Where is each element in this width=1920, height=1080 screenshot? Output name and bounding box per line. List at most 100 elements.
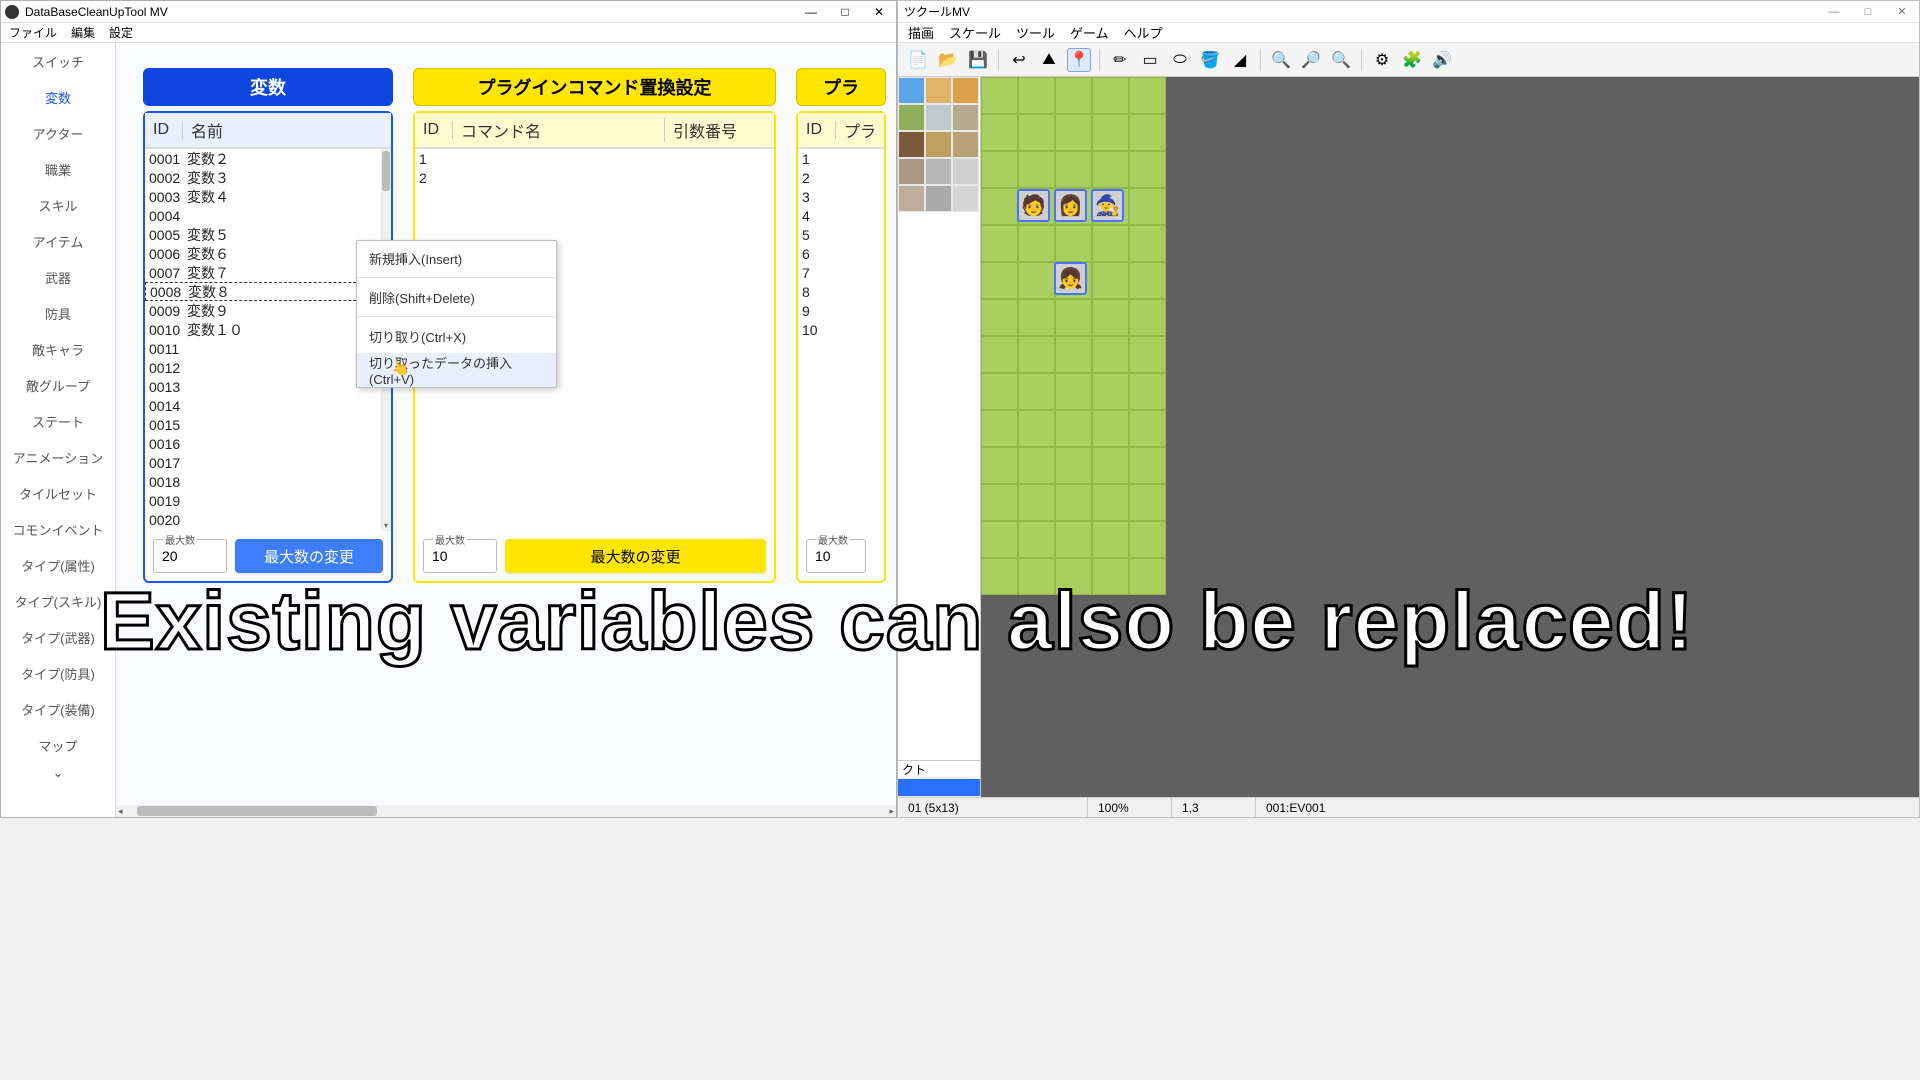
map-cell[interactable] — [1018, 225, 1055, 262]
pencil-icon[interactable]: ✏ — [1108, 48, 1132, 72]
col-name[interactable]: 名前 — [183, 118, 391, 142]
map-cell[interactable] — [981, 225, 1018, 262]
map-cell[interactable] — [981, 521, 1018, 558]
map-cell[interactable] — [1129, 262, 1166, 299]
mv-minimize-button[interactable]: — — [1817, 1, 1851, 23]
col-id[interactable]: ID — [415, 121, 453, 139]
map-cell[interactable] — [981, 484, 1018, 521]
table-row[interactable]: 2 — [415, 168, 774, 187]
map-cell[interactable] — [981, 447, 1018, 484]
map-cell[interactable] — [1018, 151, 1055, 188]
mv-menu-item[interactable]: スケール — [949, 23, 1001, 42]
mv-menu-item[interactable]: ヘルプ — [1124, 23, 1163, 42]
fill-icon[interactable]: 🪣 — [1198, 48, 1222, 72]
tileset-tile[interactable] — [952, 104, 979, 131]
map-cell[interactable] — [1092, 151, 1129, 188]
undo-icon[interactable]: ↩ — [1007, 48, 1031, 72]
sidebar-item[interactable]: スキル — [1, 187, 115, 223]
map-event-sprite[interactable]: 🧙 — [1091, 189, 1124, 222]
menu-edit[interactable]: 編集 — [71, 24, 95, 41]
variables-list[interactable]: 0001変数２0002変数３0003変数４00040005変数５0006変数６0… — [145, 149, 391, 531]
sidebar-item[interactable]: タイプ(装備) — [1, 691, 115, 727]
max-change-button-plugin-cmd[interactable]: 最大数の変更 — [505, 539, 766, 573]
map-cell[interactable] — [1055, 336, 1092, 373]
sidebar-chevron-down-icon[interactable]: ⌄ — [1, 763, 115, 783]
tileset-tile[interactable] — [925, 77, 952, 104]
table-row[interactable]: 0010変数１０ — [145, 320, 391, 339]
map-cell[interactable] — [1018, 336, 1055, 373]
col-id[interactable]: ID — [798, 121, 836, 139]
map-event-sprite[interactable]: 🧑 — [1017, 189, 1050, 222]
hscroll-thumb[interactable] — [137, 806, 377, 816]
sidebar-item[interactable]: ステート — [1, 403, 115, 439]
map-cell[interactable] — [981, 262, 1018, 299]
map-cell[interactable] — [1129, 151, 1166, 188]
object-list[interactable]: クト — [898, 760, 980, 797]
scroll-thumb[interactable] — [382, 151, 390, 191]
sidebar-item[interactable]: アクター — [1, 115, 115, 151]
map-cell[interactable] — [1018, 114, 1055, 151]
table-row[interactable]: 0014 — [145, 396, 391, 415]
mv-menu-item[interactable]: 描画 — [908, 23, 934, 42]
sidebar-item[interactable]: マップ — [1, 727, 115, 763]
table-row[interactable]: 0011 — [145, 339, 391, 358]
table-row[interactable]: 5 — [798, 225, 884, 244]
tileset-tile[interactable] — [898, 131, 925, 158]
tileset-tile[interactable] — [925, 158, 952, 185]
tileset-tile[interactable] — [898, 185, 925, 212]
open-icon[interactable]: 📂 — [936, 48, 960, 72]
sidebar-item[interactable]: アニメーション — [1, 439, 115, 475]
zoom-out-icon[interactable]: 🔎 — [1299, 48, 1323, 72]
sidebar-item[interactable]: コモンイベント — [1, 511, 115, 547]
table-row[interactable]: 0001変数２ — [145, 149, 391, 168]
map-cell[interactable] — [1018, 299, 1055, 336]
sidebar-item[interactable]: アイテム — [1, 223, 115, 259]
tileset-tile[interactable] — [952, 158, 979, 185]
map-cell[interactable] — [981, 114, 1018, 151]
table-row[interactable]: 0002変数３ — [145, 168, 391, 187]
save-icon[interactable]: 💾 — [966, 48, 990, 72]
scroll-down-icon[interactable]: ▾ — [381, 519, 391, 531]
map-cell[interactable] — [1129, 410, 1166, 447]
tileset-tile[interactable] — [898, 158, 925, 185]
table-row[interactable]: 0005変数５ — [145, 225, 391, 244]
table-row[interactable]: 6 — [798, 244, 884, 263]
col-command-name[interactable]: コマンド名 — [453, 118, 664, 142]
table-row[interactable]: 0018 — [145, 472, 391, 491]
panels-hscrollbar[interactable]: ◂ ▸ — [116, 805, 896, 817]
col-arg-index[interactable]: 引数番号 — [664, 118, 774, 142]
tileset-tile[interactable] — [952, 131, 979, 158]
context-menu-item[interactable]: 切り取ったデータの挿入(Ctrl+V) — [357, 353, 556, 387]
map-cell[interactable] — [1092, 299, 1129, 336]
marker-icon[interactable]: 📍 — [1067, 48, 1091, 72]
map-cell[interactable] — [1055, 299, 1092, 336]
settings-icon[interactable]: ⚙ — [1370, 48, 1394, 72]
object-list-item[interactable]: クト — [898, 761, 980, 779]
menu-file[interactable]: ファイル — [9, 24, 57, 41]
table-row[interactable]: 1 — [798, 149, 884, 168]
table-row[interactable]: 10 — [798, 320, 884, 339]
table-row[interactable]: 0007変数７ — [145, 263, 391, 282]
object-list-item[interactable] — [898, 779, 980, 797]
sidebar-item[interactable]: 武器 — [1, 259, 115, 295]
map-cell[interactable] — [981, 336, 1018, 373]
tileset-tile[interactable] — [952, 185, 979, 212]
rect-icon[interactable]: ▭ — [1138, 48, 1162, 72]
plugin-icon[interactable]: 🧩 — [1400, 48, 1424, 72]
map-cell[interactable] — [981, 188, 1018, 225]
map-cell[interactable] — [981, 151, 1018, 188]
table-row[interactable]: 0006変数６ — [145, 244, 391, 263]
table-row[interactable]: 0008変数８ — [145, 282, 391, 301]
menu-settings[interactable]: 設定 — [109, 24, 133, 41]
map-cell[interactable] — [1018, 373, 1055, 410]
col-plugin-name[interactable]: プラ — [836, 118, 884, 142]
map-view[interactable]: 🧑👩🧙👧 — [981, 77, 1919, 797]
map-cell[interactable] — [1018, 484, 1055, 521]
map-cell[interactable] — [1055, 410, 1092, 447]
map-cell[interactable] — [1092, 225, 1129, 262]
map-cell[interactable] — [1129, 447, 1166, 484]
sidebar-item[interactable]: 変数 — [1, 79, 115, 115]
sidebar-item[interactable]: スイッチ — [1, 43, 115, 79]
map-cell[interactable] — [1055, 373, 1092, 410]
map-cell[interactable] — [981, 410, 1018, 447]
